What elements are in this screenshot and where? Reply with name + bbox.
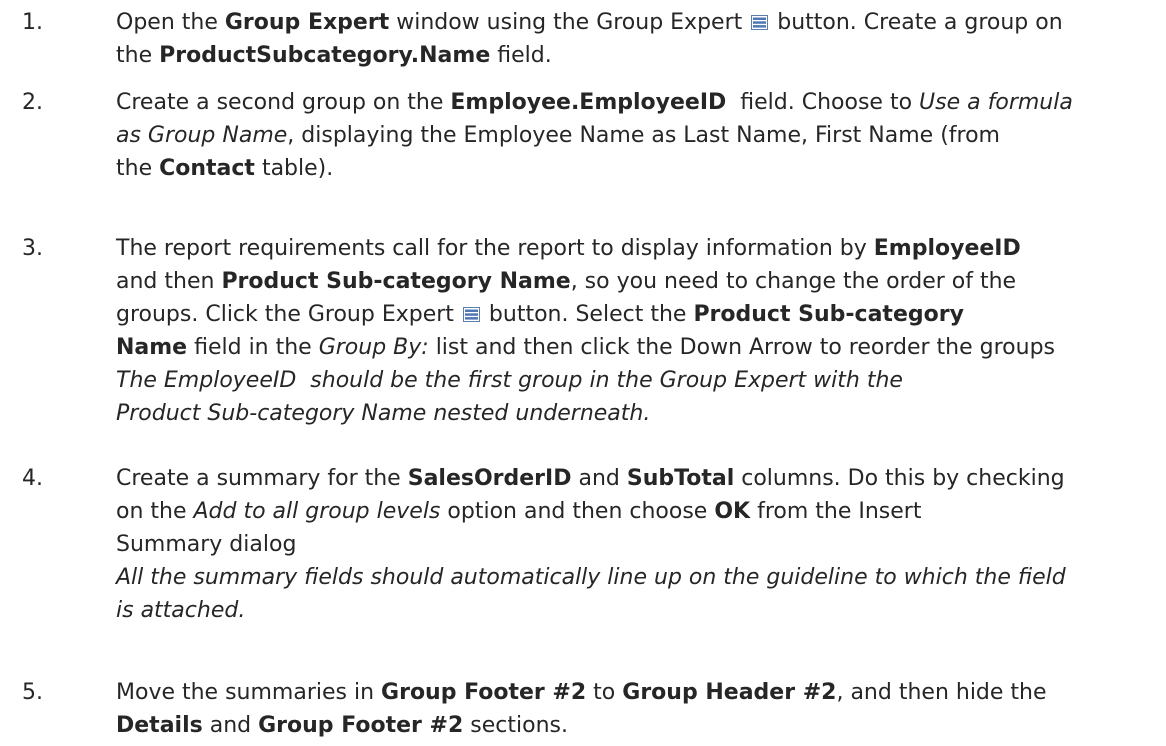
group-expert-icon bbox=[751, 15, 769, 30]
text-run: table). bbox=[254, 156, 334, 181]
bold-term: ProductSubcategory.Name bbox=[159, 43, 491, 68]
text-run: columns. Do this by checking bbox=[734, 466, 1065, 491]
bold-term: EmployeeID bbox=[873, 236, 1021, 261]
text-run: field. bbox=[490, 43, 552, 68]
step-line: Open the Group Expert window using the G… bbox=[116, 6, 1156, 39]
text-run: and then bbox=[116, 269, 222, 294]
bold-term: Group Footer #2 bbox=[258, 713, 464, 738]
text-run: field. Choose to bbox=[726, 90, 920, 115]
text-run: The report requirements call for the rep… bbox=[116, 236, 874, 261]
italic-text: Group By: bbox=[318, 335, 429, 360]
text-run: button. Select the bbox=[481, 302, 694, 327]
step-text: Move the summaries in Group Footer #2 to… bbox=[116, 676, 1156, 742]
text-run: , displaying the Employee Name as Last N… bbox=[287, 123, 1000, 148]
text-run: , so you need to change the order of the bbox=[570, 269, 1017, 294]
italic-text: Add to all group levels bbox=[193, 499, 441, 524]
text-run: option and then choose bbox=[440, 499, 715, 524]
bold-term: Group Footer #2 bbox=[381, 680, 587, 705]
text-run: the bbox=[116, 156, 160, 181]
bold-term: Product Sub-category bbox=[693, 302, 964, 327]
step-line: Details and Group Footer #2 sections. bbox=[116, 709, 1156, 742]
italic-text: is attached. bbox=[116, 598, 246, 623]
step-line: Create a summary for the SalesOrderID an… bbox=[116, 462, 1156, 495]
step-text: The report requirements call for the rep… bbox=[116, 232, 1156, 430]
bold-term: OK bbox=[714, 499, 751, 524]
step-line: The report requirements call for the rep… bbox=[116, 232, 1156, 265]
bold-term: Employee.EmployeeID bbox=[450, 90, 727, 115]
step-number: 5. bbox=[22, 680, 43, 705]
step-line: and then Product Sub-category Name, so y… bbox=[116, 265, 1156, 298]
text-run: , and then hide the bbox=[836, 680, 1047, 705]
text-run: on the bbox=[116, 499, 194, 524]
step-line: Product Sub-category Name nested underne… bbox=[116, 397, 1156, 430]
bold-term: Product Sub-category Name bbox=[221, 269, 571, 294]
text-run: Move the summaries in bbox=[116, 680, 382, 705]
text-run: button. Create a group on bbox=[770, 10, 1063, 35]
text-run: the bbox=[116, 43, 160, 68]
bold-term: SalesOrderID bbox=[407, 466, 572, 491]
step-line: groups. Click the Group Expert button. S… bbox=[116, 298, 1156, 331]
italic-text: Use a formula bbox=[919, 90, 1073, 115]
text-run: Summary dialog bbox=[116, 532, 297, 557]
text-run: sections. bbox=[463, 713, 568, 738]
text-run: window using the Group Expert bbox=[389, 10, 750, 35]
step-line: All the summary fields should automatica… bbox=[116, 561, 1156, 594]
step-line: the ProductSubcategory.Name field. bbox=[116, 39, 1156, 72]
italic-text: The EmployeeID should be the first group… bbox=[116, 368, 903, 393]
step-text: Open the Group Expert window using the G… bbox=[116, 6, 1156, 72]
step-number: 3. bbox=[22, 236, 43, 261]
text-run: groups. Click the Group Expert bbox=[116, 302, 461, 327]
step-line: the Contact table). bbox=[116, 152, 1156, 185]
bold-term: SubTotal bbox=[626, 466, 735, 491]
step-number: 1. bbox=[22, 10, 43, 35]
bold-term: Group Expert bbox=[224, 10, 390, 35]
bold-term: Details bbox=[116, 713, 203, 738]
bold-term: Group Header #2 bbox=[622, 680, 837, 705]
step-text: Create a second group on the Employee.Em… bbox=[116, 86, 1156, 185]
step-line: Name field in the Group By: list and the… bbox=[116, 331, 1156, 364]
italic-text: All the summary fields should automatica… bbox=[116, 565, 1066, 590]
step-line: is attached. bbox=[116, 594, 1156, 627]
step-line: on the Add to all group levels option an… bbox=[116, 495, 1156, 528]
group-expert-icon bbox=[462, 307, 480, 322]
bold-term: Name bbox=[116, 335, 188, 360]
step-line: The EmployeeID should be the first group… bbox=[116, 364, 1156, 397]
text-run: and bbox=[571, 466, 627, 491]
step-line: as Group Name, displaying the Employee N… bbox=[116, 119, 1156, 152]
bold-term: Contact bbox=[159, 156, 255, 181]
text-run: to bbox=[586, 680, 623, 705]
text-run: Open the bbox=[116, 10, 225, 35]
step-number: 2. bbox=[22, 90, 43, 115]
text-run: Create a second group on the bbox=[116, 90, 451, 115]
step-line: Summary dialog bbox=[116, 528, 1156, 561]
step-number: 4. bbox=[22, 466, 43, 491]
text-run: field in the bbox=[187, 335, 319, 360]
step-text: Create a summary for the SalesOrderID an… bbox=[116, 462, 1156, 627]
step-line: Move the summaries in Group Footer #2 to… bbox=[116, 676, 1156, 709]
text-run: Create a summary for the bbox=[116, 466, 408, 491]
text-run: list and then click the Down Arrow to re… bbox=[428, 335, 1056, 360]
italic-text: Product Sub-category Name nested underne… bbox=[116, 401, 651, 426]
instruction-steps: 1. Open the Group Expert window using th… bbox=[0, 0, 1166, 746]
text-run: from the Insert bbox=[750, 499, 922, 524]
text-run: and bbox=[202, 713, 259, 738]
step-line: Create a second group on the Employee.Em… bbox=[116, 86, 1156, 119]
italic-text: as Group Name bbox=[116, 123, 288, 148]
